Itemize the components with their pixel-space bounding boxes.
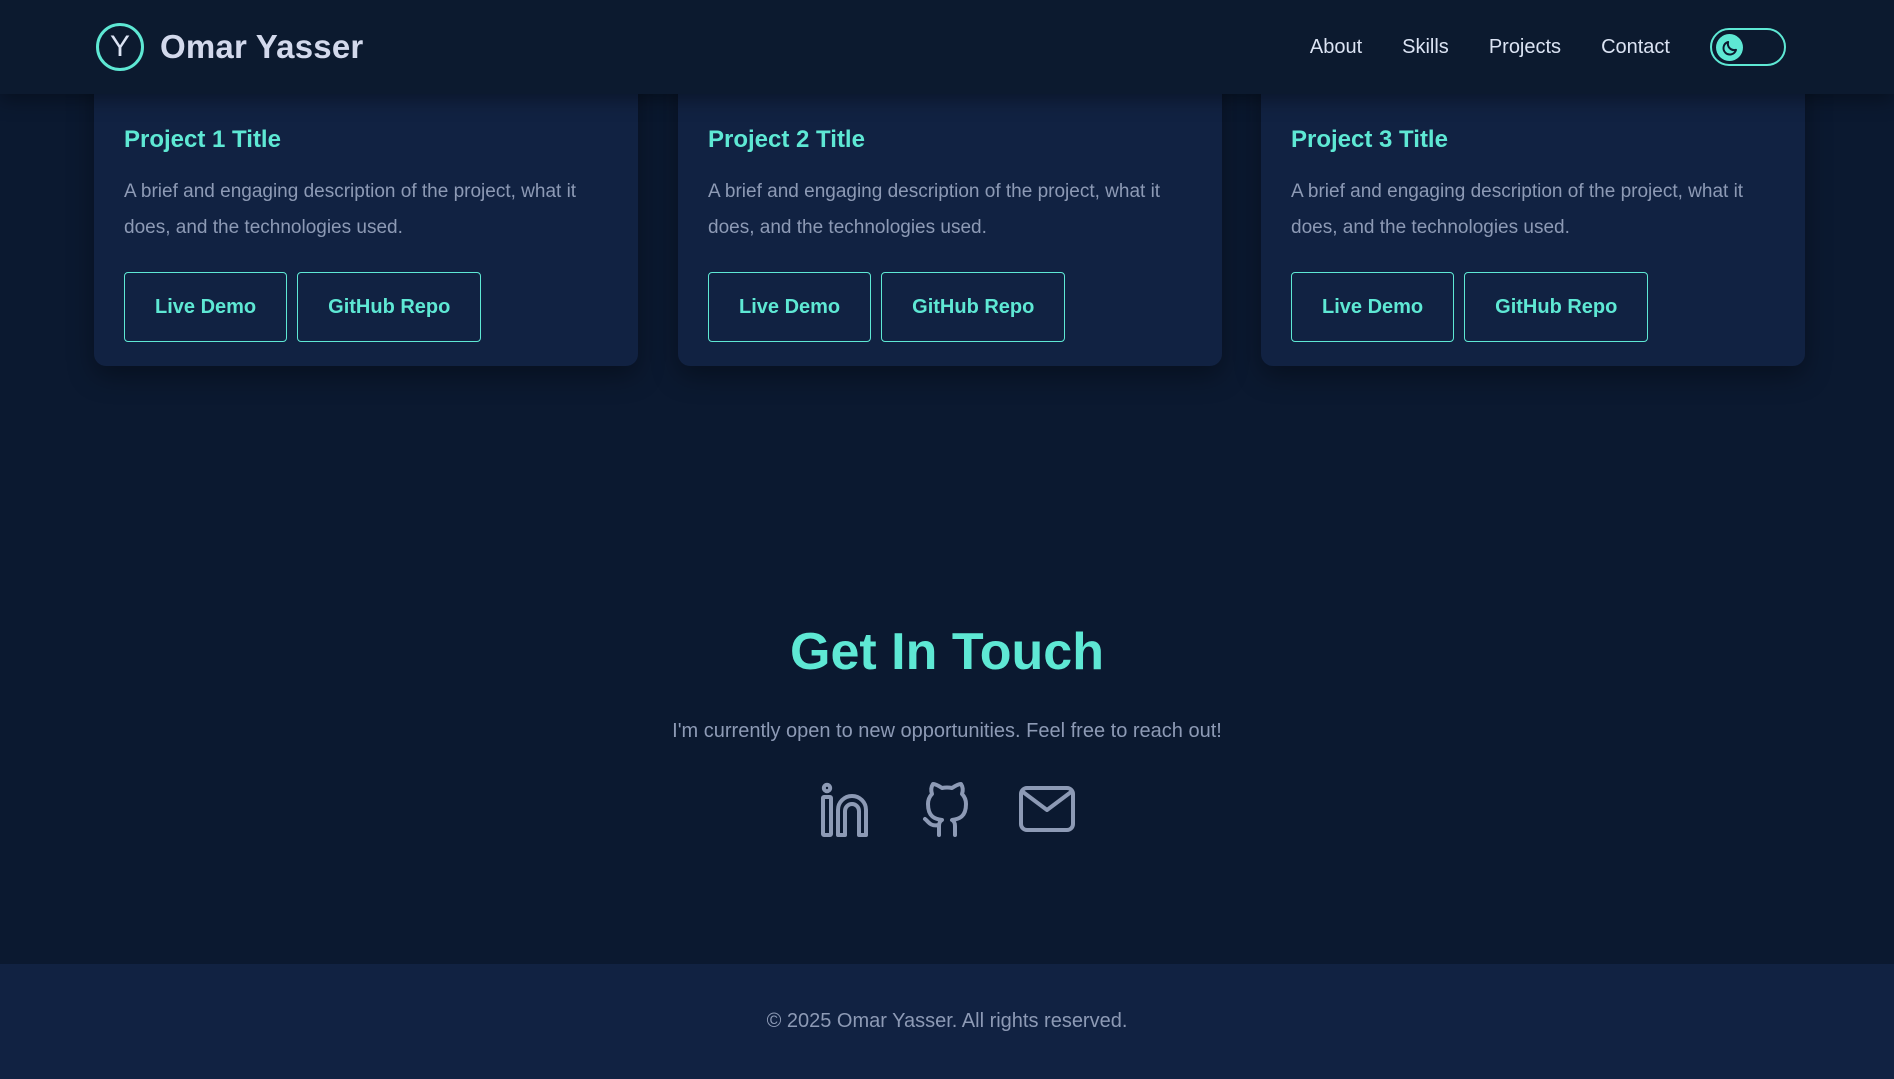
logo-letter: Y — [109, 30, 130, 63]
github-repo-button[interactable]: GitHub Repo — [1464, 272, 1649, 342]
project-description: A brief and engaging description of the … — [1291, 181, 1744, 238]
site-footer: © 2025 Omar Yasser. All rights reserved. — [0, 964, 1894, 1079]
nav-link-contact[interactable]: Contact — [1601, 36, 1670, 59]
github-icon — [923, 782, 968, 837]
project-buttons: Live Demo GitHub Repo — [124, 272, 608, 342]
live-demo-button[interactable]: Live Demo — [124, 272, 288, 342]
github-repo-button[interactable]: GitHub Repo — [881, 272, 1066, 342]
theme-toggle[interactable] — [1710, 28, 1786, 66]
contact-section: Get In Touch I'm currently open to new o… — [0, 620, 1894, 839]
nav-link-projects[interactable]: Projects — [1489, 36, 1561, 59]
toggle-knob — [1716, 34, 1743, 61]
github-link[interactable] — [917, 779, 977, 839]
main-nav: About Skills Projects Contact — [1310, 28, 1786, 66]
github-repo-button[interactable]: GitHub Repo — [297, 272, 482, 342]
moon-icon — [1722, 40, 1737, 55]
nav-link-about[interactable]: About — [1310, 36, 1362, 59]
project-title: Project 2 Title — [708, 126, 865, 153]
copyright-text: © 2025 Omar Yasser. All rights reserved. — [766, 1010, 1128, 1032]
contact-text: I'm currently open to new opportunities.… — [672, 720, 1222, 742]
project-description: A brief and engaging description of the … — [708, 181, 1161, 238]
mail-icon — [1019, 786, 1075, 832]
email-link[interactable] — [1017, 779, 1077, 839]
live-demo-button[interactable]: Live Demo — [1291, 272, 1455, 342]
social-links — [0, 779, 1894, 839]
project-buttons: Live Demo GitHub Repo — [708, 272, 1192, 342]
logo[interactable]: Y Omar Yasser — [96, 22, 363, 72]
logo-mark: Y — [96, 23, 144, 71]
project-title: Project 1 Title — [124, 126, 281, 153]
nav-link-skills[interactable]: Skills — [1402, 36, 1449, 59]
contact-title: Get In Touch — [790, 623, 1104, 681]
project-buttons: Live Demo GitHub Repo — [1291, 272, 1775, 342]
linkedin-icon — [821, 782, 868, 837]
live-demo-button[interactable]: Live Demo — [708, 272, 872, 342]
project-description: A brief and engaging description of the … — [124, 181, 577, 238]
site-name: Omar Yasser — [160, 28, 364, 65]
site-header: Y Omar Yasser About Skills Projects Cont… — [0, 0, 1894, 94]
project-title: Project 3 Title — [1291, 126, 1448, 153]
linkedin-link[interactable] — [817, 779, 877, 839]
